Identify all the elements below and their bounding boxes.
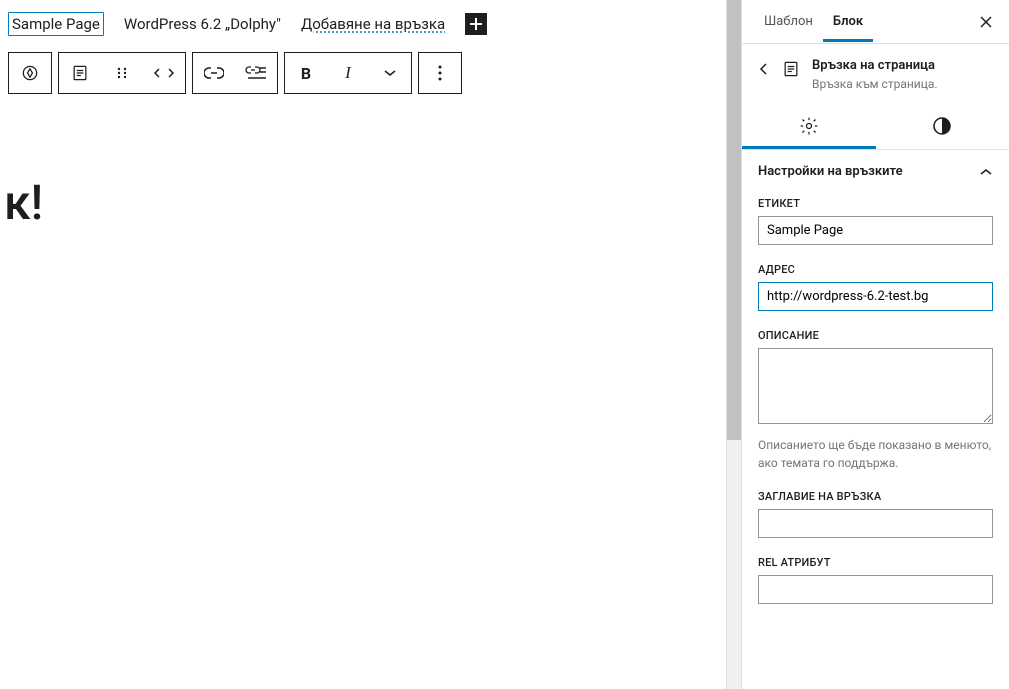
move-arrows-icon <box>153 66 175 80</box>
link-button[interactable] <box>193 52 235 94</box>
plus-icon <box>469 17 483 31</box>
back-button[interactable] <box>758 58 770 91</box>
chevron-down-icon <box>383 69 397 77</box>
page-icon <box>781 59 801 79</box>
move-buttons[interactable] <box>143 52 185 94</box>
tab-template[interactable]: Шаблон <box>754 2 823 41</box>
sidebar-tabs: Шаблон Блок <box>742 0 1009 44</box>
submenu-icon <box>245 65 267 81</box>
settings-sidebar: Шаблон Блок Връзка на страница Връзка къ… <box>741 0 1009 689</box>
inspector-tab-settings[interactable] <box>742 105 876 149</box>
nav-link-sample-page[interactable]: Sample Page <box>8 12 104 36</box>
inspector-tabs <box>742 105 1009 150</box>
field-rel: REL АТРИБУТ <box>758 556 993 604</box>
drag-icon <box>113 64 131 82</box>
close-sidebar-button[interactable] <box>975 11 997 33</box>
label-description: ОПИСАНИЕ <box>758 329 993 342</box>
rel-input[interactable] <box>758 575 993 604</box>
tab-block[interactable]: Блок <box>823 2 873 42</box>
compass-icon <box>20 63 40 83</box>
gear-icon <box>799 116 819 136</box>
editor-canvas: Sample Page WordPress 6.2 „Dolphy" Добав… <box>0 0 726 689</box>
link-settings-panel: Настройки на връзките ЕТИКЕТ АДРЕС ОПИСА… <box>742 150 1009 618</box>
nav-link-add[interactable]: Добавяне на връзка <box>301 15 445 33</box>
block-title: Връзка на страница <box>812 58 938 73</box>
inspector-tab-styles[interactable] <box>876 105 1009 149</box>
nav-link-wordpress[interactable]: WordPress 6.2 „Dolphy" <box>124 15 281 33</box>
page-icon <box>70 63 90 83</box>
block-description: Връзка към страница. <box>812 77 938 91</box>
parent-block-button[interactable] <box>9 52 51 94</box>
panel-title: Настройки на връзките <box>758 164 903 179</box>
url-input[interactable] <box>758 282 993 311</box>
bold-button[interactable]: B <box>285 52 327 94</box>
description-textarea[interactable] <box>758 348 993 424</box>
panel-toggle[interactable]: Настройки на връзките <box>758 164 993 179</box>
more-vertical-icon <box>438 65 442 81</box>
scrollbar-thumb[interactable] <box>727 0 741 440</box>
navigation-links: Sample Page WordPress 6.2 „Dolphy" Добав… <box>8 8 718 48</box>
close-icon <box>979 15 993 29</box>
field-url: АДРЕС <box>758 263 993 311</box>
submenu-button[interactable] <box>235 52 277 94</box>
label-rel: REL АТРИБУТ <box>758 556 993 569</box>
block-toolbar: B I <box>8 52 718 94</box>
italic-button[interactable]: I <box>327 52 369 94</box>
label-etik: ЕТИКЕТ <box>758 197 993 210</box>
link-icon <box>204 67 224 79</box>
styles-icon <box>933 117 951 135</box>
options-button[interactable] <box>419 52 461 94</box>
content-heading[interactable]: к! <box>4 174 718 231</box>
field-description: ОПИСАНИЕ Описанието ще бъде показано в м… <box>758 329 993 472</box>
field-link-title: ЗАГЛАВИЕ НА ВРЪЗКА <box>758 490 993 538</box>
chevron-left-icon <box>758 60 770 78</box>
field-label: ЕТИКЕТ <box>758 197 993 245</box>
link-title-input[interactable] <box>758 509 993 538</box>
add-block-button[interactable] <box>465 13 487 35</box>
block-type-icon <box>780 58 802 80</box>
block-card: Връзка на страница Връзка към страница. <box>742 44 1009 105</box>
description-help: Описанието ще бъде показано в менюто, ак… <box>758 436 993 472</box>
drag-handle[interactable] <box>101 52 143 94</box>
label-link-title: ЗАГЛАВИЕ НА ВРЪЗКА <box>758 490 993 503</box>
label-address: АДРЕС <box>758 263 993 276</box>
label-input[interactable] <box>758 216 993 245</box>
more-formatting-button[interactable] <box>369 52 411 94</box>
chevron-up-icon <box>979 168 993 176</box>
block-type-button[interactable] <box>59 52 101 94</box>
editor-scrollbar[interactable] <box>726 0 741 689</box>
